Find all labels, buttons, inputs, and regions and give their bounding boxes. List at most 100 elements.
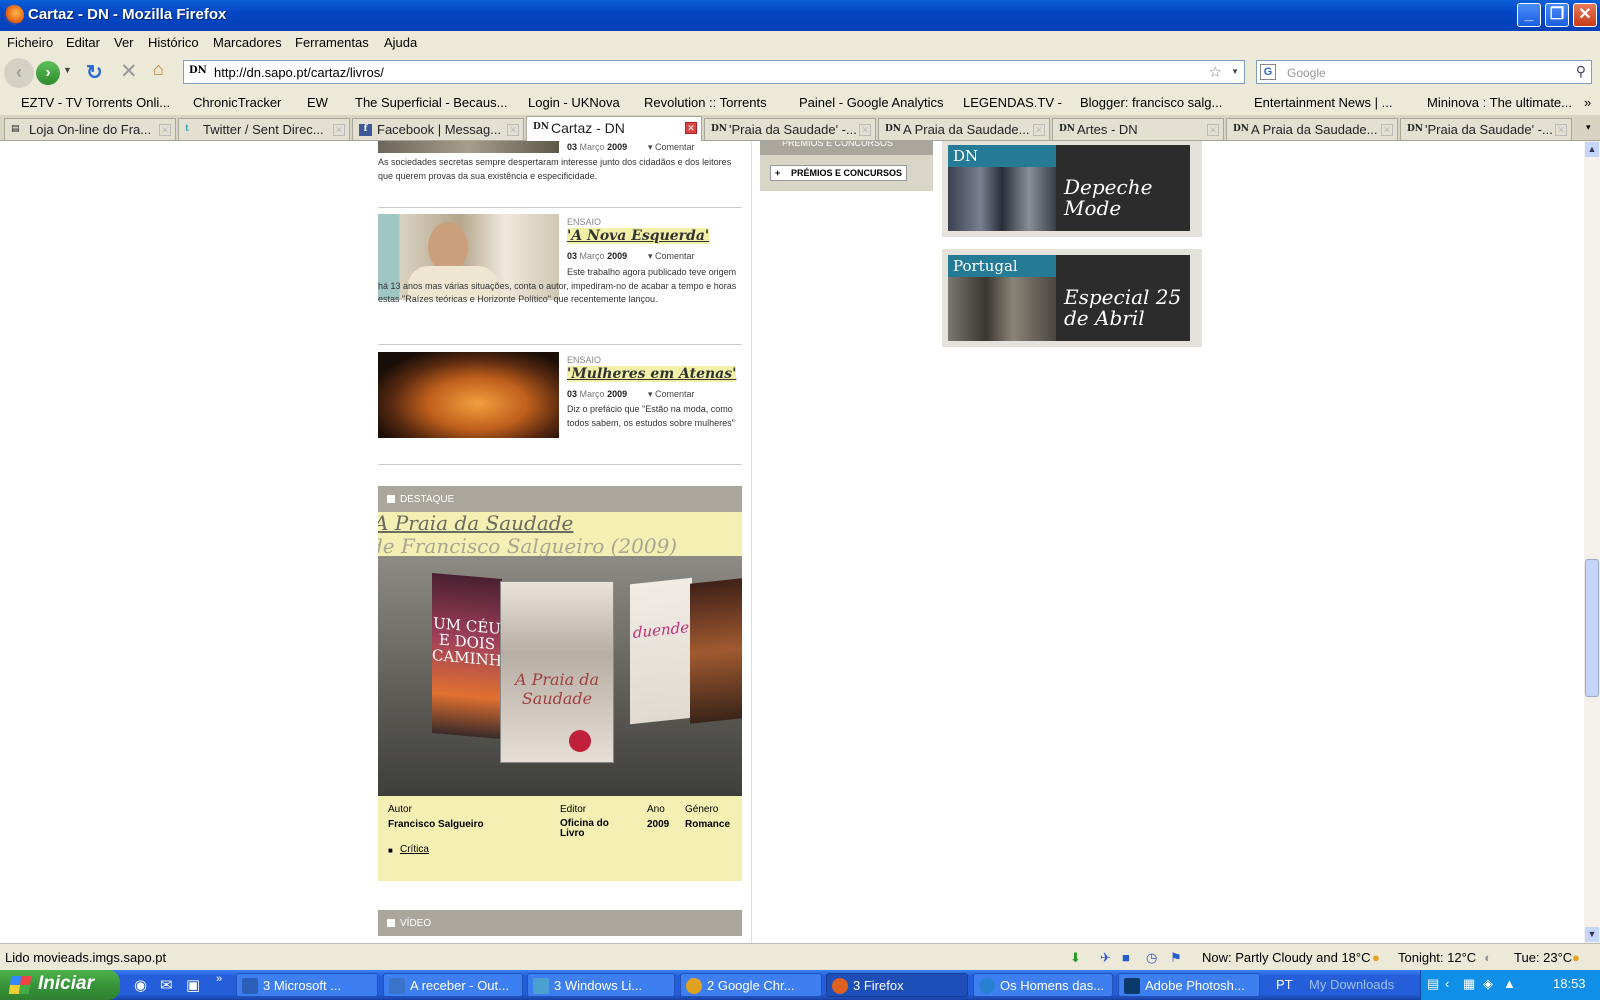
bookmark-star-icon[interactable]: ☆	[1209, 63, 1222, 81]
tab-close-icon[interactable]: ✕	[1033, 124, 1045, 136]
volume-icon[interactable]: ◈	[1483, 976, 1493, 992]
minimize-button[interactable]: _	[1517, 3, 1541, 27]
tab-praia-saudade-1[interactable]: DN 'Praia da Saudade' -... ✕	[704, 118, 876, 140]
bookmarks-overflow-icon[interactable]: »	[1584, 95, 1591, 110]
book-cover-duende[interactable]: duende	[630, 577, 692, 725]
maximize-button[interactable]: ❐	[1545, 3, 1569, 27]
tab-close-icon[interactable]: ✕	[1207, 124, 1219, 136]
bookmark-mininova[interactable]: Mininova : The ultimate...	[1410, 95, 1572, 110]
bookmark-legendas[interactable]: LEGENDAS.TV -	[946, 95, 1062, 110]
article-title[interactable]: 'A Nova Esquerda'	[567, 228, 710, 244]
bookmark-uknova[interactable]: Login - UKNova	[511, 95, 620, 110]
menu-marcadores[interactable]: Marcadores	[213, 35, 282, 50]
book-carousel[interactable]: UM CÉU E DOIS CAMINHOS A Praia da Saudad…	[378, 556, 742, 796]
article-thumbnail[interactable]	[378, 352, 559, 438]
search-box[interactable]: G Google ⚲	[1256, 60, 1592, 84]
taskbar-ie[interactable]: Os Homens das...	[973, 973, 1113, 997]
bookmark-revolution[interactable]: Revolution :: Torrents	[627, 95, 767, 110]
tab-praia-saudade-3[interactable]: DN A Praia da Saudade... ✕	[1226, 118, 1398, 140]
history-dropdown-icon[interactable]: ▼	[63, 65, 72, 75]
clock-icon[interactable]: ◷	[1146, 950, 1157, 966]
google-icon[interactable]: G	[1260, 64, 1276, 80]
menu-ferramentas[interactable]: Ferramentas	[295, 35, 369, 50]
bookmark-eztv[interactable]: EZTV - TV Torrents Onli...	[4, 95, 170, 110]
tab-close-icon[interactable]: ✕	[1381, 124, 1393, 136]
tab-close-icon[interactable]: ✕	[685, 122, 697, 134]
tab-close-icon[interactable]: ✕	[159, 124, 171, 136]
menu-ver[interactable]: Ver	[114, 35, 134, 50]
explorer-quicklaunch-icon[interactable]: ▣	[186, 976, 200, 994]
comment-link[interactable]: ▾ Comentar	[648, 142, 695, 153]
language-indicator[interactable]: PT	[1276, 977, 1293, 992]
weather-now[interactable]: Now: Partly Cloudy and 18°C	[1202, 950, 1371, 965]
bookmark-blogger[interactable]: Blogger: francisco salg...	[1063, 95, 1222, 110]
taskbar-microsoft[interactable]: 3 Microsoft ...	[236, 973, 378, 997]
bookmark-chronictracker[interactable]: ChronicTracker	[176, 95, 281, 110]
video-icon[interactable]: ■	[1122, 950, 1130, 965]
flag-icon[interactable]: ⚑	[1170, 950, 1182, 966]
tab-close-icon[interactable]: ✕	[859, 124, 871, 136]
start-button[interactable]: Iniciar	[0, 970, 120, 1000]
promo-depeche-mode[interactable]: DN Depeche Mode	[942, 141, 1202, 237]
article-title[interactable]: 'Mulheres em Atenas'	[567, 366, 737, 382]
scroll-down-icon[interactable]: ▼	[1585, 927, 1599, 942]
addon-icon[interactable]: ✈	[1100, 950, 1111, 966]
scroll-up-icon[interactable]: ▲	[1585, 142, 1599, 157]
comment-link[interactable]: ▾ Comentar	[648, 251, 695, 262]
chrome-quicklaunch-icon[interactable]: ◉	[134, 976, 147, 994]
download-arrow-icon[interactable]: ⬇	[1070, 950, 1081, 966]
search-icon[interactable]: ⚲	[1576, 63, 1586, 80]
forward-icon[interactable]: ›	[36, 61, 60, 85]
tab-cartaz-dn[interactable]: DN Cartaz - DN ✕	[526, 116, 702, 141]
network-icon[interactable]: ▦	[1463, 976, 1475, 992]
tray-expand-icon[interactable]: ‹	[1445, 976, 1449, 991]
book-cover-praia-saudade[interactable]: A Praia da Saudade	[500, 581, 614, 763]
bookmark-ew[interactable]: EW	[290, 95, 328, 110]
bookmark-superficial[interactable]: The Superficial - Becaus...	[338, 95, 507, 110]
premios-button[interactable]: + PRÉMIOS E CONCURSOS	[770, 165, 907, 181]
taskbar-firefox[interactable]: 3 Firefox	[826, 973, 968, 997]
address-bar[interactable]: DN http://dn.sapo.pt/cartaz/livros/ ☆ ▼	[183, 60, 1245, 84]
tab-loja[interactable]: ▤ Loja On-line do Fra... ✕	[4, 118, 176, 140]
book-cover-um-ceu[interactable]: UM CÉU E DOIS CAMINHOS	[432, 572, 524, 740]
taskbar-outlook[interactable]: A receber - Out...	[383, 973, 523, 997]
tab-artes-dn[interactable]: DN Artes - DN ✕	[1052, 118, 1224, 140]
critica-link[interactable]: Crítica	[400, 844, 429, 855]
tab-facebook[interactable]: f Facebook | Messag... ✕	[352, 118, 524, 140]
menu-ajuda[interactable]: Ajuda	[384, 35, 417, 50]
article-thumbnail[interactable]	[378, 141, 559, 153]
quicklaunch-overflow-icon[interactable]: »	[216, 973, 222, 985]
tab-praia-saudade-2[interactable]: DN A Praia da Saudade... ✕	[878, 118, 1050, 140]
menu-ficheiro[interactable]: Ficheiro	[7, 35, 53, 50]
menu-historico[interactable]: Histórico	[148, 35, 199, 50]
outlook-quicklaunch-icon[interactable]: ✉	[160, 976, 173, 994]
antivirus-icon[interactable]: ▲	[1503, 976, 1516, 991]
downloads-toolbar[interactable]: My Downloads	[1309, 977, 1394, 992]
book-cover-painting[interactable]	[690, 578, 742, 724]
bookmark-entertainment[interactable]: Entertainment News | ...	[1237, 95, 1393, 110]
destaque-title-banner[interactable]: A Praia da Saudade de Francisco Salgueir…	[378, 512, 742, 556]
tab-close-icon[interactable]: ✕	[507, 124, 519, 136]
tab-close-icon[interactable]: ✕	[333, 124, 345, 136]
back-icon[interactable]: ‹	[4, 58, 34, 88]
menu-editar[interactable]: Editar	[66, 35, 100, 50]
stop-icon[interactable]: ✕	[120, 59, 138, 84]
weather-tuesday[interactable]: Tue: 23°C	[1514, 950, 1572, 965]
reload-icon[interactable]: ↻	[86, 60, 103, 85]
scrollbar-thumb[interactable]	[1585, 559, 1599, 697]
taskbar-photoshop[interactable]: Adobe Photosh...	[1118, 973, 1260, 997]
tab-praia-saudade-4[interactable]: DN 'Praia da Saudade' -... ✕	[1400, 118, 1572, 140]
promo-25-abril[interactable]: Portugal Especial 25 de Abril	[942, 249, 1202, 347]
vertical-scrollbar[interactable]: ▲ ▼	[1584, 141, 1600, 943]
taskbar-windows-live[interactable]: 3 Windows Li...	[527, 973, 675, 997]
url-dropdown-icon[interactable]: ▼	[1231, 67, 1239, 76]
folder-icon[interactable]: ▤	[1427, 976, 1439, 992]
tab-twitter[interactable]: t Twitter / Sent Direc... ✕	[178, 118, 350, 140]
home-icon[interactable]: ⌂	[153, 59, 164, 80]
comment-link[interactable]: ▾ Comentar	[648, 389, 695, 400]
tab-close-icon[interactable]: ✕	[1555, 124, 1567, 136]
tab-list-icon[interactable]: ▾	[1586, 122, 1591, 133]
close-button[interactable]: ✕	[1573, 3, 1597, 27]
weather-tonight[interactable]: Tonight: 12°C	[1398, 950, 1476, 965]
bookmark-analytics[interactable]: Painel - Google Analytics	[782, 95, 944, 110]
